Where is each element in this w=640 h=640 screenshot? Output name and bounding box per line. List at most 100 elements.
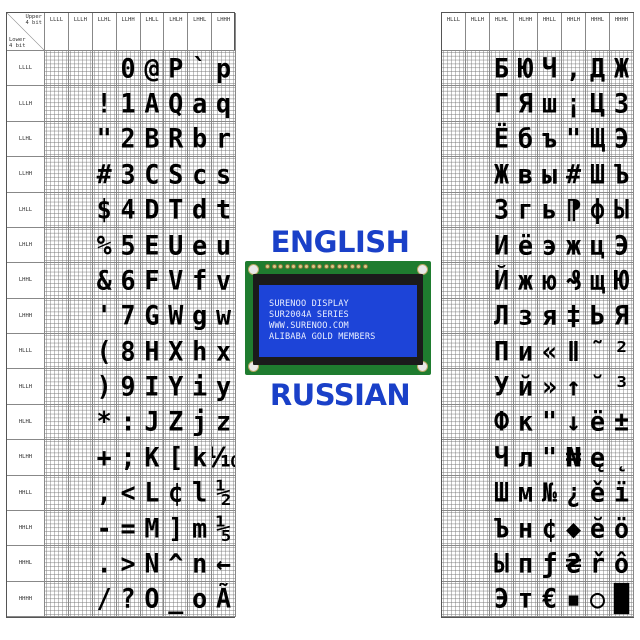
glyph-char: в bbox=[517, 159, 534, 190]
glyph-cell: > bbox=[116, 546, 141, 582]
glyph-cell: ˘ bbox=[586, 369, 610, 405]
glyph-cell bbox=[442, 475, 466, 511]
glyph-char: r bbox=[216, 123, 232, 155]
glyph-char: Б bbox=[493, 52, 510, 84]
glyph-char: : bbox=[120, 406, 136, 438]
column-header: LLLH bbox=[68, 13, 93, 51]
glyph-char: П bbox=[493, 335, 510, 367]
glyph-cell: Э bbox=[610, 121, 634, 158]
glyph-char: б bbox=[517, 123, 534, 155]
glyph-char: m bbox=[192, 512, 208, 544]
glyph-cell: + bbox=[92, 440, 117, 476]
glyph-char: 3 bbox=[120, 159, 136, 190]
glyph-char: т bbox=[517, 583, 534, 615]
glyph-cell: = bbox=[116, 510, 141, 547]
glyph-cell: n bbox=[188, 546, 213, 582]
glyph-cell: щ bbox=[586, 263, 610, 299]
glyph-cell bbox=[442, 86, 466, 122]
glyph-cell bbox=[45, 546, 69, 582]
glyph-char: E bbox=[144, 229, 160, 261]
glyph-char: Ф bbox=[493, 406, 510, 438]
glyph-cell: U bbox=[164, 227, 189, 264]
glyph-cell bbox=[68, 581, 93, 617]
column-header: HLHH bbox=[514, 13, 538, 51]
glyph-char: J bbox=[144, 406, 160, 438]
glyph-char: x bbox=[216, 335, 232, 367]
glyph-cell: t bbox=[212, 192, 236, 228]
glyph-cell bbox=[466, 546, 490, 582]
glyph-cell bbox=[68, 192, 93, 228]
glyph-cell: ) bbox=[92, 369, 117, 405]
glyph-cell: и bbox=[514, 334, 538, 370]
glyph-cell: l bbox=[188, 475, 213, 511]
pin bbox=[304, 264, 309, 269]
glyph-cell: Ш bbox=[586, 157, 610, 193]
glyph-char: Ю bbox=[613, 265, 630, 296]
glyph-cell bbox=[68, 51, 93, 87]
glyph-cell bbox=[45, 510, 69, 547]
column-header: LHHH bbox=[212, 13, 236, 51]
glyph-cell: ` bbox=[188, 51, 213, 87]
glyph-char: X bbox=[168, 335, 184, 367]
row-header: HLLH bbox=[7, 369, 45, 405]
glyph-cell: H bbox=[140, 334, 165, 370]
glyph-char: █ bbox=[613, 583, 630, 615]
glyph-char: ⅒ bbox=[212, 444, 235, 470]
glyph-char: # bbox=[96, 159, 112, 190]
glyph-cell bbox=[466, 475, 490, 511]
glyph-cell: & bbox=[92, 263, 117, 299]
glyph-cell bbox=[466, 404, 490, 441]
glyph-char: й bbox=[517, 371, 534, 402]
glyph-char: ↑ bbox=[565, 371, 582, 402]
glyph-cell: ← bbox=[212, 546, 236, 582]
glyph-char: Z bbox=[168, 406, 184, 438]
glyph-cell: j bbox=[188, 404, 213, 441]
glyph-cell bbox=[442, 298, 466, 334]
glyph-cell: ˛ bbox=[610, 440, 634, 476]
row-header: HHHL bbox=[7, 546, 45, 582]
glyph-char: € bbox=[541, 583, 558, 615]
glyph-char: Я bbox=[613, 300, 630, 332]
glyph-char: я bbox=[541, 300, 558, 332]
row-header: HHLH bbox=[7, 510, 45, 547]
glyph-char: $ bbox=[96, 194, 112, 225]
glyph-cell bbox=[68, 157, 93, 193]
glyph-cell bbox=[68, 440, 93, 476]
glyph-cell: k bbox=[188, 440, 213, 476]
glyph-char: " bbox=[541, 406, 558, 438]
lcd-line-1: SURENOO DISPLAY bbox=[269, 299, 349, 309]
pin bbox=[330, 264, 335, 269]
glyph-cell: Ф bbox=[490, 404, 514, 441]
glyph-char: Ъ bbox=[493, 512, 510, 544]
glyph-char: ³ bbox=[613, 371, 630, 402]
glyph-cell bbox=[466, 227, 490, 264]
glyph-cell: i bbox=[188, 369, 213, 405]
glyph-char: O bbox=[144, 583, 160, 615]
glyph-cell bbox=[68, 86, 93, 122]
glyph-cell bbox=[442, 192, 466, 228]
glyph-cell: ¿ bbox=[562, 475, 586, 511]
glyph-char: . bbox=[96, 548, 112, 579]
glyph-cell bbox=[442, 510, 466, 547]
glyph-char: к bbox=[517, 406, 534, 438]
glyph-char: a bbox=[192, 88, 208, 119]
glyph-cell: Г bbox=[490, 86, 514, 122]
pin bbox=[284, 264, 290, 269]
glyph-cell: ◆ bbox=[562, 510, 586, 547]
glyph-cell: П bbox=[490, 334, 514, 370]
glyph-cell: Ь bbox=[586, 298, 610, 334]
glyph-cell bbox=[442, 263, 466, 299]
glyph-char: ¿ bbox=[565, 477, 582, 508]
glyph-cell bbox=[466, 298, 490, 334]
glyph-cell: 3 bbox=[116, 157, 141, 193]
glyph-cell: ! bbox=[92, 86, 117, 122]
glyph-cell bbox=[45, 369, 69, 405]
glyph-char: ï bbox=[613, 477, 630, 508]
glyph-cell: ф bbox=[586, 192, 610, 228]
glyph-char: ( bbox=[96, 335, 112, 367]
glyph-char: н bbox=[517, 512, 534, 544]
glyph-cell bbox=[442, 157, 466, 193]
glyph-cell: ъ bbox=[538, 121, 562, 158]
glyph-char: ₰ bbox=[565, 265, 582, 296]
glyph-cell bbox=[466, 581, 490, 617]
